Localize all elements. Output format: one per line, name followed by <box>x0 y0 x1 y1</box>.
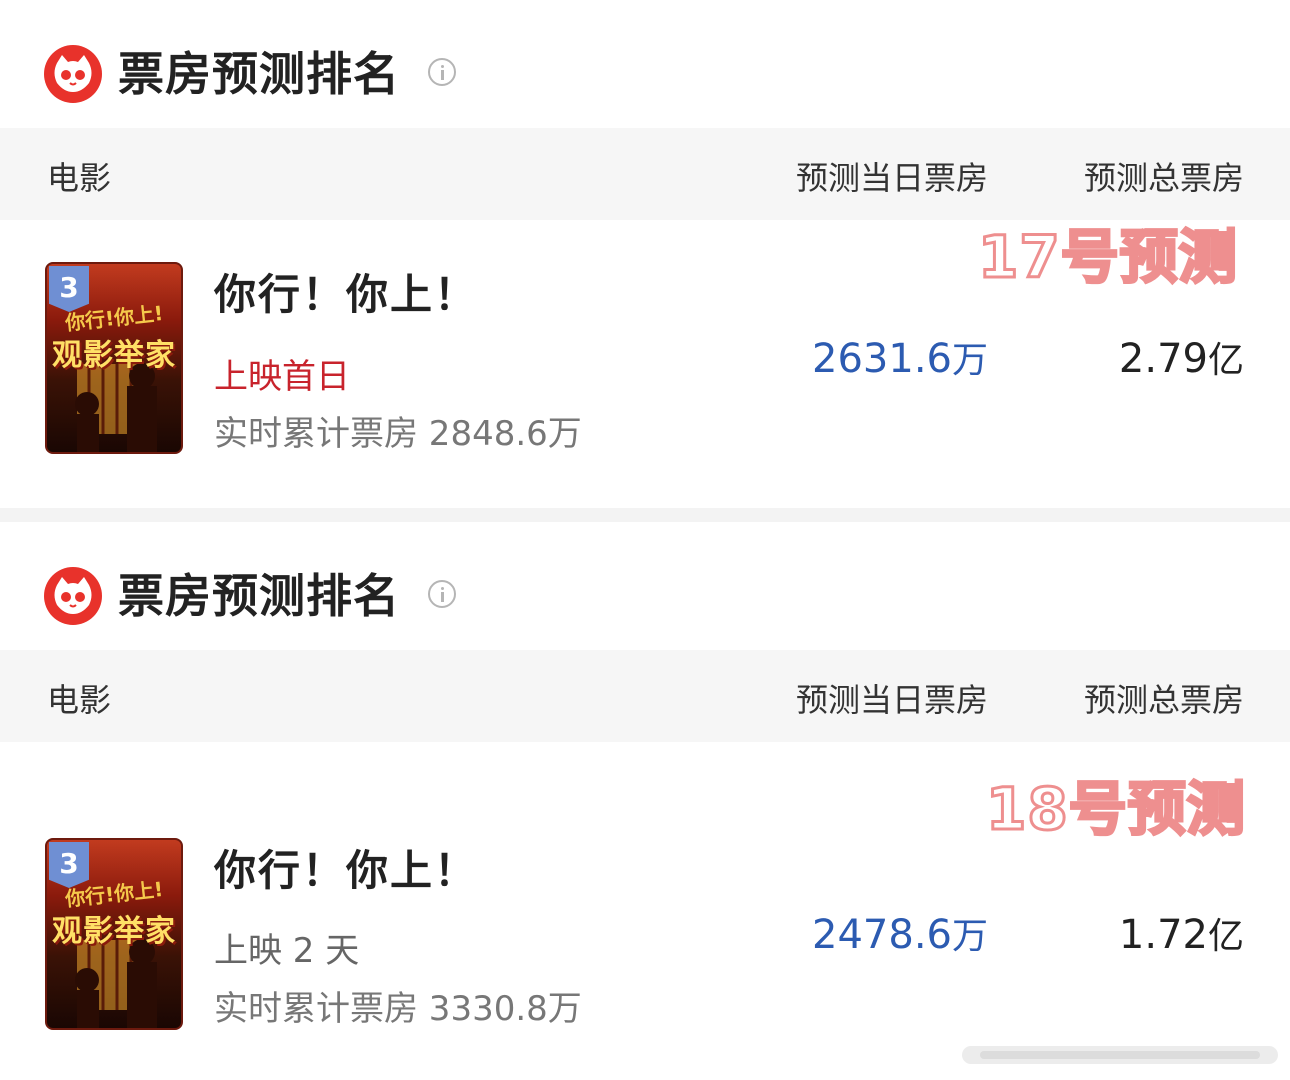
cat-logo-icon <box>44 45 102 103</box>
daily-forecast-number: 2478.6 <box>812 912 952 958</box>
release-status: 上映 2 天 <box>214 931 360 971</box>
header-movie: 电影 <box>47 681 112 719</box>
movie-poster[interactable]: 你行!你上! 观影举家 3 <box>45 838 183 1030</box>
section-divider <box>0 508 1290 522</box>
panel-title-row: 票房预测排名 <box>0 0 1290 128</box>
daily-forecast-number: 2631.6 <box>812 336 952 382</box>
daily-forecast-value: 2478.6万 <box>812 910 988 962</box>
poster-main-text: 观影举家 <box>52 338 176 373</box>
movie-name[interactable]: 你行！你上！ <box>214 846 478 896</box>
cat-logo-icon <box>44 567 102 625</box>
total-forecast-unit: 亿 <box>1207 340 1244 381</box>
total-forecast-number: 2.79 <box>1118 336 1208 382</box>
total-forecast-value: 1.72亿 <box>1119 910 1244 962</box>
total-forecast-unit: 亿 <box>1207 916 1244 957</box>
header-total-forecast[interactable]: 预测总票房 <box>1084 680 1244 720</box>
header-daily-forecast[interactable]: 预测当日票房 <box>796 680 988 720</box>
forecast-date-annotation: 17号预测 <box>977 222 1239 293</box>
rank-badge: 3 <box>49 842 89 888</box>
info-icon[interactable] <box>428 580 456 608</box>
daily-forecast-unit: 万 <box>951 916 988 957</box>
cumulative-box-office: 实时累计票房 2848.6万 <box>214 414 582 454</box>
table-header: 电影 预测当日票房 预测总票房 <box>0 128 1290 220</box>
daily-forecast-unit: 万 <box>951 340 988 381</box>
total-forecast-number: 1.72 <box>1118 912 1208 958</box>
header-movie: 电影 <box>47 159 112 197</box>
forecast-date-annotation: 18号预测 <box>985 774 1247 845</box>
cumulative-box-office: 实时累计票房 3330.8万 <box>214 989 582 1029</box>
panel-title: 票房预测排名 <box>118 47 400 101</box>
box-office-forecast-panel-2: 票房预测排名 电影 预测当日票房 预测总票房 你行!你上! 观影举家 3 你行！… <box>0 522 1290 1080</box>
header-total-forecast[interactable]: 预测总票房 <box>1084 158 1244 198</box>
daily-forecast-value: 2631.6万 <box>812 334 988 386</box>
rank-badge: 3 <box>49 266 89 312</box>
movie-name[interactable]: 你行！你上！ <box>214 270 478 320</box>
box-office-forecast-panel-1: 票房预测排名 电影 预测当日票房 预测总票房 你行!你上! 观影举家 3 你行！… <box>0 0 1290 508</box>
poster-main-text: 观影举家 <box>52 914 176 949</box>
movie-poster[interactable]: 你行!你上! 观影举家 3 <box>45 262 183 454</box>
panel-title: 票房预测排名 <box>118 569 400 623</box>
info-icon[interactable] <box>428 58 456 86</box>
watermark-icon <box>962 1046 1278 1064</box>
panel-title-row: 票房预测排名 <box>0 522 1290 650</box>
header-daily-forecast[interactable]: 预测当日票房 <box>796 158 988 198</box>
total-forecast-value: 2.79亿 <box>1119 334 1244 386</box>
release-status: 上映首日 <box>214 357 350 397</box>
table-header: 电影 预测当日票房 预测总票房 <box>0 650 1290 742</box>
